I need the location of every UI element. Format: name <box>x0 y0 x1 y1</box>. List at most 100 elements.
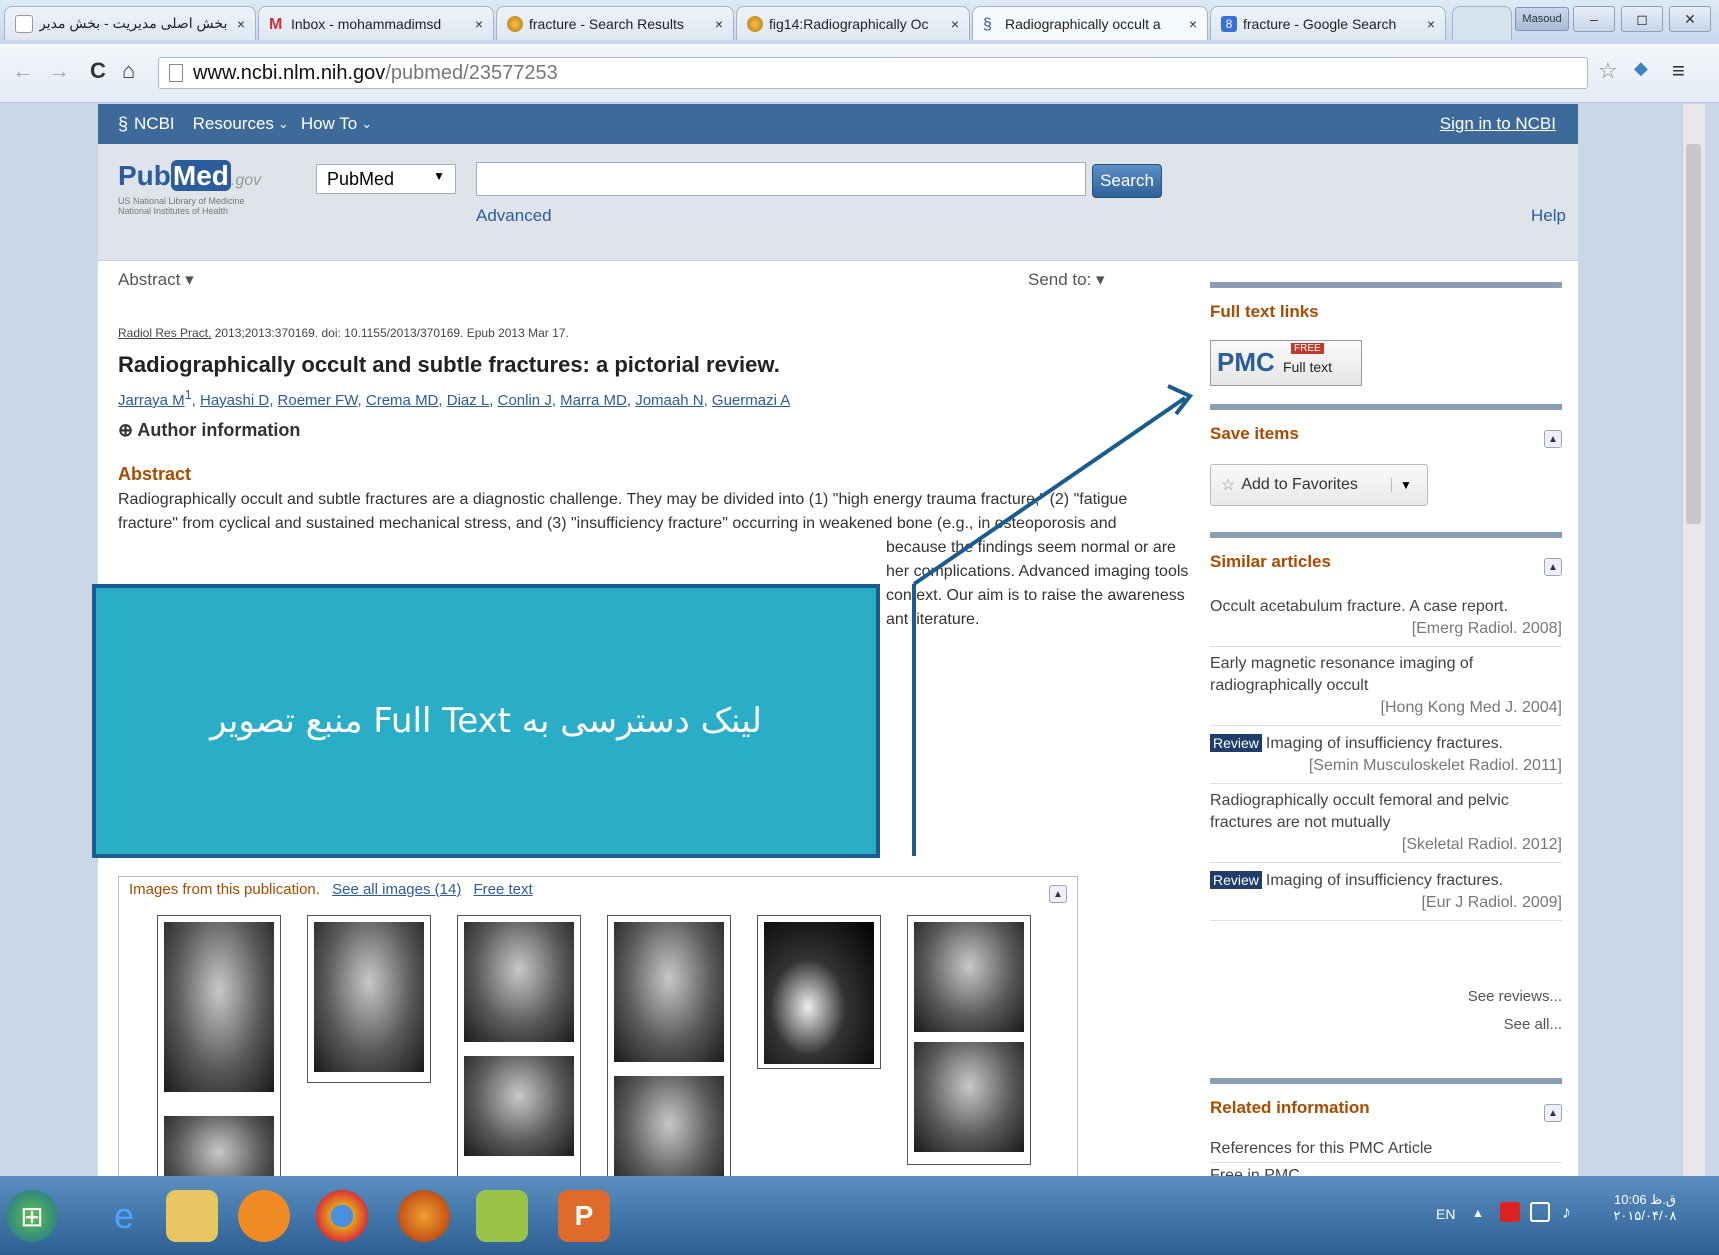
sendto-menu[interactable]: Send to: ▾ <box>1028 270 1105 290</box>
collapse-icon[interactable]: ▲ <box>1544 558 1562 576</box>
extension-icon[interactable]: ◆ <box>1634 58 1648 79</box>
close-tab-icon[interactable]: × <box>951 16 959 32</box>
author-link[interactable]: Crema MD <box>366 392 439 409</box>
help-link[interactable]: Help <box>1531 206 1566 226</box>
pubmed-logo[interactable]: PubMed .gov US National Library of Medici… <box>118 160 261 216</box>
tray-expand-icon[interactable]: ▲ <box>1472 1206 1484 1220</box>
author-link[interactable]: Jarraya M <box>118 392 185 409</box>
dropdown-arrow-icon[interactable]: ▼ <box>1391 478 1412 492</box>
similar-article-item[interactable]: Occult acetabulum fracture. A case repor… <box>1210 590 1562 647</box>
resources-menu[interactable]: Resources <box>193 114 274 134</box>
tab-inbox[interactable]: M Inbox - mohammadimsd × <box>258 6 494 40</box>
clock[interactable]: 10:06 ق.ظ ۲۰۱۵/۰۴/۰۸ <box>1600 1192 1690 1224</box>
tab-search-results[interactable]: fracture - Search Results × <box>496 6 734 40</box>
similar-article-title[interactable]: Early magnetic resonance imaging of radi… <box>1210 655 1473 694</box>
network-icon[interactable] <box>1530 1202 1550 1222</box>
close-tab-icon[interactable]: × <box>1427 16 1435 32</box>
chrome-icon[interactable] <box>316 1190 368 1242</box>
tab-admin[interactable]: بخش اصلی مدیریت - بخش مدیر × <box>4 6 256 40</box>
author-link[interactable]: Marra MD <box>560 392 627 409</box>
minimize-button[interactable]: – <box>1573 6 1615 32</box>
author-info-toggle[interactable]: ⊕ Author information <box>118 420 300 441</box>
explorer-icon[interactable] <box>166 1190 218 1242</box>
annotation-callout: لینک دسترسی به Full Text منبع تصویر <box>92 584 880 858</box>
powerpoint-icon[interactable]: P <box>558 1190 610 1242</box>
database-select[interactable]: PubMed ▼ <box>316 164 456 194</box>
related-item[interactable]: Free in PMC <box>1210 1163 1562 1176</box>
citation: Radiol Res Pract. 2013;2013:370169. doi:… <box>118 326 569 340</box>
close-tab-icon[interactable]: × <box>475 16 483 32</box>
new-tab-button[interactable] <box>1452 6 1512 40</box>
sendto-label: Send to: <box>1028 270 1092 289</box>
sticky-notes-icon[interactable] <box>476 1190 528 1242</box>
free-text-link[interactable]: Free text <box>474 881 533 898</box>
images-header: Images from this publication. See all im… <box>129 881 533 898</box>
collapse-icon[interactable]: ▲ <box>1544 1104 1562 1122</box>
image-thumbnail[interactable] <box>157 915 281 1176</box>
close-tab-icon[interactable]: × <box>1189 16 1197 32</box>
address-bar[interactable]: www.ncbi.nlm.nih.gov /pubmed/23577253 <box>158 57 1588 89</box>
taskbar: ⊞ e P EN ▲ ♪ 10:06 ق.ظ ۲۰۱۵/۰۴/۰۸ <box>0 1176 1719 1255</box>
ncbi-logo[interactable]: NCBI <box>134 114 175 134</box>
bookmark-star-icon[interactable]: ☆ <box>1598 58 1618 84</box>
ie-icon[interactable]: e <box>98 1190 150 1242</box>
user-badge[interactable]: Masoud <box>1515 7 1569 31</box>
reload-icon[interactable]: C <box>90 58 106 84</box>
see-reviews-link[interactable]: See reviews... <box>1468 988 1562 1005</box>
pmc-fulltext-button[interactable]: PMC FREE Full text <box>1210 340 1362 386</box>
forward-icon[interactable]: → <box>48 58 70 84</box>
advanced-link[interactable]: Advanced <box>476 206 552 226</box>
related-item[interactable]: References for this PMC Article <box>1210 1136 1562 1163</box>
close-tab-icon[interactable]: × <box>715 16 723 32</box>
similar-article-title[interactable]: Occult acetabulum fracture. A case repor… <box>1210 598 1508 615</box>
tab-radiographically-occult[interactable]: § Radiographically occult a × <box>972 6 1208 40</box>
see-all-link[interactable]: See all... <box>1504 1016 1562 1033</box>
search-button[interactable]: Search <box>1092 164 1162 198</box>
similar-article-item[interactable]: Early magnetic resonance imaging of radi… <box>1210 647 1562 726</box>
menu-icon[interactable]: ≡ <box>1672 58 1685 84</box>
author-link[interactable]: Guermazi A <box>712 392 790 409</box>
author-link[interactable]: Diaz L <box>447 392 490 409</box>
image-thumbnail[interactable] <box>607 915 731 1176</box>
media-player-icon[interactable] <box>238 1190 290 1242</box>
save-items-label: Save items <box>1210 424 1299 443</box>
similar-article-title[interactable]: Radiographically occult femoral and pelv… <box>1210 792 1509 831</box>
add-favorites-button[interactable]: ☆ Add to Favorites ▼ <box>1210 464 1428 506</box>
maximize-button[interactable]: ◻ <box>1621 6 1663 32</box>
similar-article-item[interactable]: Radiographically occult femoral and pelv… <box>1210 784 1562 863</box>
howto-menu[interactable]: How To <box>301 114 357 134</box>
search-input[interactable] <box>476 162 1086 196</box>
volume-icon[interactable]: ♪ <box>1562 1202 1571 1223</box>
similar-article-item[interactable]: Review Imaging of insufficiency fractures… <box>1210 863 1562 921</box>
close-tab-icon[interactable]: × <box>237 16 245 32</box>
collapse-icon[interactable]: ▲ <box>1049 885 1067 903</box>
affiliation-marker[interactable]: 1 <box>185 388 192 402</box>
tab-google-search[interactable]: 8 fracture - Google Search × <box>1210 6 1446 40</box>
back-icon[interactable]: ← <box>12 58 34 84</box>
close-window-button[interactable]: ✕ <box>1669 6 1711 32</box>
scrollbar-thumb[interactable] <box>1686 144 1701 524</box>
start-button-icon[interactable]: ⊞ <box>6 1190 58 1242</box>
scrollbar[interactable] <box>1682 104 1705 1176</box>
tab-fig14[interactable]: fig14:Radiographically Oc × <box>736 6 970 40</box>
author-link[interactable]: Hayashi D <box>200 392 269 409</box>
home-icon[interactable]: ⌂ <box>122 58 135 84</box>
firefox-icon[interactable] <box>398 1190 450 1242</box>
see-all-images-link[interactable]: See all images (14) <box>332 881 461 898</box>
acrobat-tray-icon[interactable] <box>1500 1202 1520 1222</box>
image-thumbnail[interactable] <box>757 915 881 1069</box>
format-menu[interactable]: Abstract ▾ <box>118 270 194 290</box>
author-link[interactable]: Conlin J <box>498 392 552 409</box>
signin-link[interactable]: Sign in to NCBI <box>1440 114 1556 134</box>
collapse-icon[interactable]: ▲ <box>1544 430 1562 448</box>
similar-article-title[interactable]: Imaging of insufficiency fractures. <box>1266 872 1503 889</box>
language-indicator[interactable]: EN <box>1436 1206 1455 1222</box>
image-thumbnail[interactable] <box>457 915 581 1176</box>
image-thumbnail[interactable] <box>307 915 431 1083</box>
journal-link[interactable]: Radiol Res Pract. <box>118 326 211 340</box>
author-link[interactable]: Jomaah N <box>635 392 703 409</box>
author-link[interactable]: Roemer FW <box>278 392 358 409</box>
similar-article-title[interactable]: Imaging of insufficiency fractures. <box>1266 735 1503 752</box>
similar-article-item[interactable]: Review Imaging of insufficiency fractures… <box>1210 726 1562 784</box>
image-thumbnail[interactable] <box>907 915 1031 1165</box>
